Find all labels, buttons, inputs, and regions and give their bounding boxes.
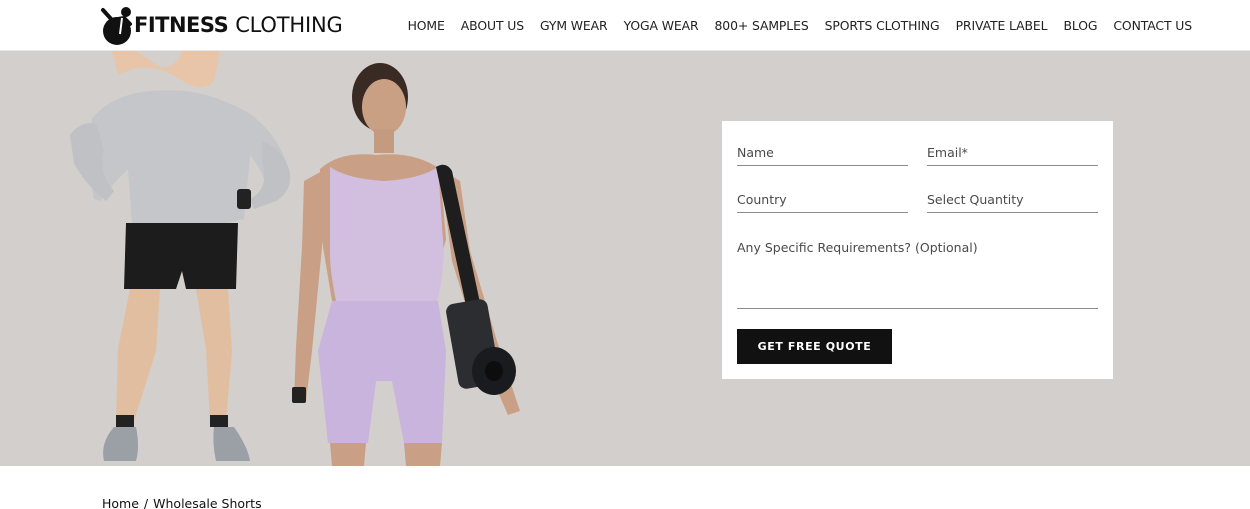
name-input[interactable] [737, 136, 908, 160]
name-field-wrapper [737, 136, 908, 166]
main-nav: HOME ABOUT US GYM WEAR YOGA WEAR 800+ SA… [392, 0, 1193, 50]
hero-banner: GET FREE QUOTE [0, 51, 1250, 466]
quantity-select[interactable] [927, 183, 1098, 207]
breadcrumb-home-link[interactable]: Home [102, 496, 139, 509]
nav-private-label[interactable]: PRIVATE LABEL [956, 18, 1048, 33]
nav-gym-wear[interactable]: GYM WEAR [540, 18, 608, 33]
breadcrumb: Home / Wholesale Shorts [102, 496, 262, 509]
woman-figure [292, 63, 520, 466]
logo-text-bold: FITNESS [134, 13, 229, 37]
breadcrumb-current: Wholesale Shorts [153, 496, 262, 509]
quote-form: GET FREE QUOTE [722, 121, 1113, 379]
country-field-wrapper [737, 183, 908, 213]
get-free-quote-button[interactable]: GET FREE QUOTE [737, 329, 892, 364]
email-input[interactable] [927, 136, 1098, 160]
site-logo[interactable]: FITNESS CLOTHING [100, 4, 343, 46]
nav-sports-clothing[interactable]: SPORTS CLOTHING [825, 18, 940, 33]
email-field-wrapper [927, 136, 1098, 166]
requirements-field-wrapper [737, 231, 1098, 309]
country-input[interactable] [737, 183, 908, 207]
man-figure [70, 51, 291, 461]
nav-home[interactable]: HOME [408, 18, 445, 33]
nav-samples[interactable]: 800+ SAMPLES [715, 18, 809, 33]
nav-contact-us[interactable]: CONTACT US [1113, 18, 1192, 33]
quantity-field-wrapper [927, 183, 1098, 213]
requirements-textarea[interactable] [737, 231, 1098, 301]
logo-text-light: CLOTHING [235, 13, 343, 37]
nav-blog[interactable]: BLOG [1063, 18, 1097, 33]
site-header: FITNESS CLOTHING HOME ABOUT US GYM WEAR … [0, 0, 1250, 51]
nav-yoga-wear[interactable]: YOGA WEAR [624, 18, 699, 33]
nav-about-us[interactable]: ABOUT US [461, 18, 524, 33]
hero-image [70, 51, 520, 466]
figure-with-ball-icon [101, 7, 132, 45]
breadcrumb-separator: / [143, 496, 149, 509]
